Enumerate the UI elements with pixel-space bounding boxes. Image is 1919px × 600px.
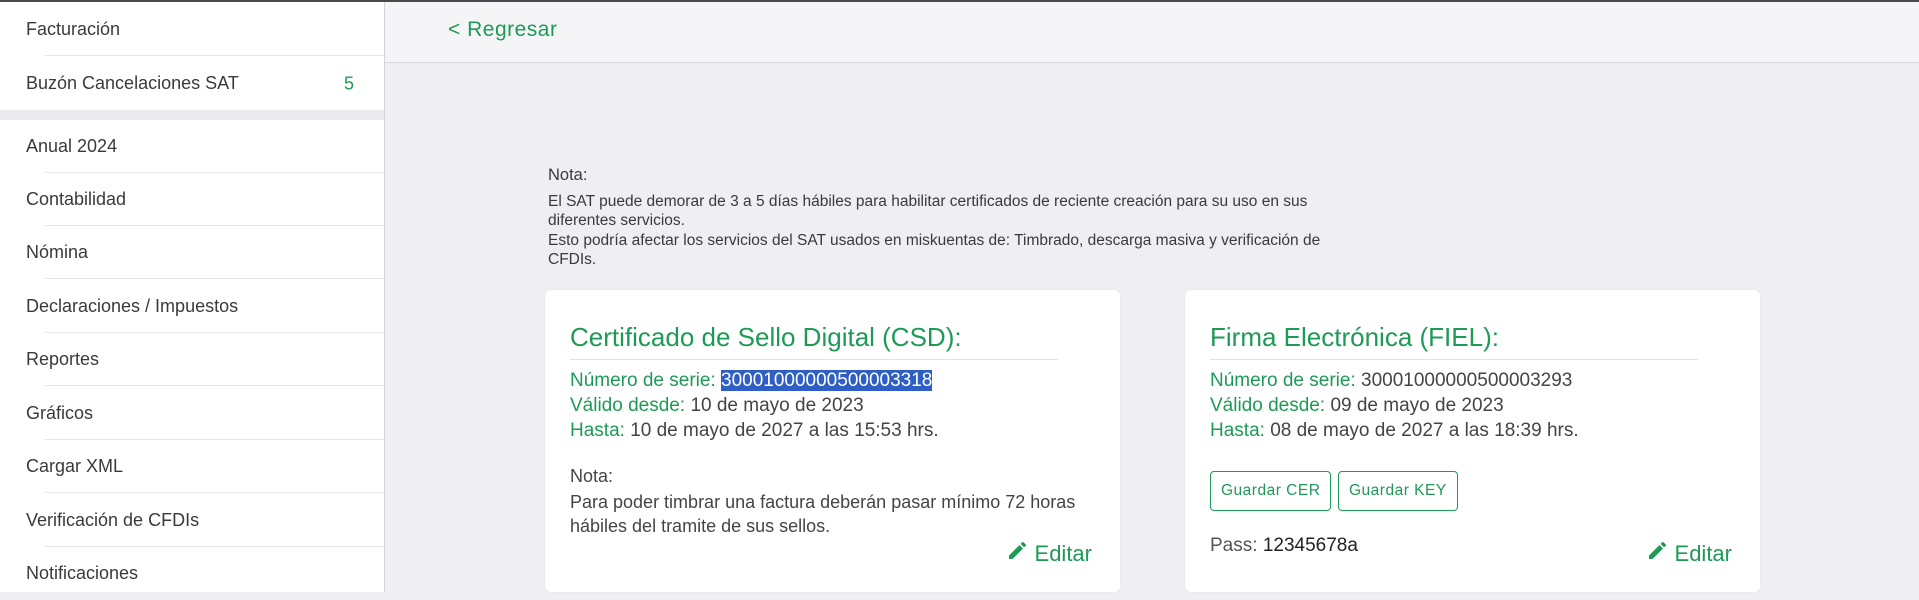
serial-number-field: Número de serie: 30001000000500003293 bbox=[1210, 370, 1572, 392]
valid-until-value: 08 de mayo de 2027 a las 18:39 hrs. bbox=[1270, 420, 1579, 441]
edit-fiel-button[interactable]: Editar bbox=[1647, 541, 1732, 567]
field-label: Número de serie: bbox=[1210, 370, 1356, 391]
csd-note: Nota: Para poder timbrar una factura deb… bbox=[570, 464, 1090, 538]
note-title: Nota: bbox=[548, 166, 588, 184]
sidebar-item-label: Anual 2024 bbox=[26, 136, 118, 156]
divider bbox=[1210, 359, 1698, 360]
sidebar-item-label: Buzón Cancelaciones SAT bbox=[26, 73, 239, 93]
sidebar-item-anual-2024[interactable]: Anual 2024 bbox=[26, 120, 384, 173]
edit-label: Editar bbox=[1034, 541, 1092, 566]
sidebar-item-label: Declaraciones / Impuestos bbox=[26, 296, 239, 316]
save-key-button[interactable]: Guardar KEY bbox=[1338, 471, 1458, 511]
note-text: Para poder timbrar una factura deberán p… bbox=[570, 492, 1076, 536]
sidebar-section-gap bbox=[0, 110, 384, 120]
password-field: Pass: 12345678a bbox=[1210, 535, 1358, 557]
save-cer-button[interactable]: Guardar CER bbox=[1210, 471, 1332, 511]
field-label: Hasta: bbox=[570, 420, 625, 441]
divider bbox=[45, 55, 384, 56]
valid-from-field: Válido desde: 10 de mayo de 2023 bbox=[570, 395, 864, 417]
field-label: Válido desde: bbox=[1210, 395, 1326, 416]
divider bbox=[570, 359, 1058, 360]
card-title: Firma Electrónica (FIEL): bbox=[1210, 322, 1499, 352]
sat-note: Nota: El SAT puede demorar de 3 a 5 días… bbox=[548, 166, 1338, 270]
field-label: Número de serie: bbox=[570, 370, 716, 391]
divider bbox=[45, 385, 384, 386]
sidebar-item-verificacion-cfdis[interactable]: Verificación de CFDIs bbox=[26, 494, 384, 547]
valid-until-field: Hasta: 08 de mayo de 2027 a las 18:39 hr… bbox=[1210, 420, 1579, 442]
sidebar-item-contabilidad[interactable]: Contabilidad bbox=[26, 173, 384, 226]
card-title: Certificado de Sello Digital (CSD): bbox=[570, 322, 962, 352]
sidebar-item-reportes[interactable]: Reportes bbox=[26, 333, 384, 386]
sidebar-item-facturacion[interactable]: Facturación bbox=[26, 3, 384, 56]
sidebar-item-notificaciones[interactable]: Notificaciones bbox=[26, 547, 384, 600]
sidebar-item-label: Nómina bbox=[26, 242, 89, 262]
valid-until-value: 10 de mayo de 2027 a las 15:53 hrs. bbox=[630, 420, 939, 441]
field-label: Hasta: bbox=[1210, 420, 1265, 441]
sidebar-item-label: Contabilidad bbox=[26, 189, 127, 209]
csd-card: Certificado de Sello Digital (CSD): Núme… bbox=[545, 290, 1120, 592]
sidebar-item-nomina[interactable]: Nómina bbox=[26, 226, 384, 279]
sidebar-item-label: Notificaciones bbox=[26, 563, 139, 583]
valid-from-field: Válido desde: 09 de mayo de 2023 bbox=[1210, 395, 1504, 417]
serial-number-value: 30001000000500003318 bbox=[721, 370, 933, 391]
serial-number-value: 30001000000500003293 bbox=[1361, 370, 1573, 391]
serial-number-field: Número de serie: 30001000000500003318 bbox=[570, 370, 933, 392]
sidebar: Facturación Buzón Cancelaciones SAT 5 An… bbox=[0, 2, 385, 592]
fiel-card: Firma Electrónica (FIEL): Número de seri… bbox=[1185, 290, 1760, 592]
back-link[interactable]: < Regresar bbox=[448, 18, 557, 42]
sidebar-item-label: Reportes bbox=[26, 349, 100, 369]
divider bbox=[45, 492, 384, 493]
sidebar-item-graficos[interactable]: Gráficos bbox=[26, 387, 384, 440]
password-value: 12345678a bbox=[1262, 535, 1358, 556]
note-text: Esto podría afectar los servicios del SA… bbox=[548, 231, 1321, 269]
field-label: Válido desde: bbox=[570, 395, 686, 416]
field-label: Pass: bbox=[1210, 535, 1258, 556]
note-title: Nota: bbox=[570, 466, 614, 486]
sidebar-item-cargar-xml[interactable]: Cargar XML bbox=[26, 440, 384, 493]
sidebar-item-declaraciones[interactable]: Declaraciones / Impuestos bbox=[26, 280, 384, 333]
sidebar-item-buzon-cancelaciones[interactable]: Buzón Cancelaciones SAT 5 bbox=[26, 57, 384, 110]
main-header: < Regresar bbox=[385, 2, 1919, 63]
sidebar-item-label: Facturación bbox=[26, 19, 121, 39]
edit-label: Editar bbox=[1674, 541, 1732, 566]
pencil-icon bbox=[1647, 541, 1667, 567]
sidebar-item-label: Verificación de CFDIs bbox=[26, 510, 200, 530]
edit-csd-button[interactable]: Editar bbox=[1007, 541, 1092, 567]
sidebar-item-label: Cargar XML bbox=[26, 456, 124, 476]
valid-from-value: 09 de mayo de 2023 bbox=[1330, 395, 1504, 416]
divider bbox=[45, 278, 384, 279]
sidebar-item-label: Gráficos bbox=[26, 403, 94, 423]
note-text: El SAT puede demorar de 3 a 5 días hábil… bbox=[548, 192, 1308, 230]
pencil-icon bbox=[1007, 541, 1027, 567]
notification-count-badge: 5 bbox=[343, 73, 354, 93]
valid-from-value: 10 de mayo de 2023 bbox=[690, 395, 864, 416]
valid-until-field: Hasta: 10 de mayo de 2027 a las 15:53 hr… bbox=[570, 420, 939, 442]
